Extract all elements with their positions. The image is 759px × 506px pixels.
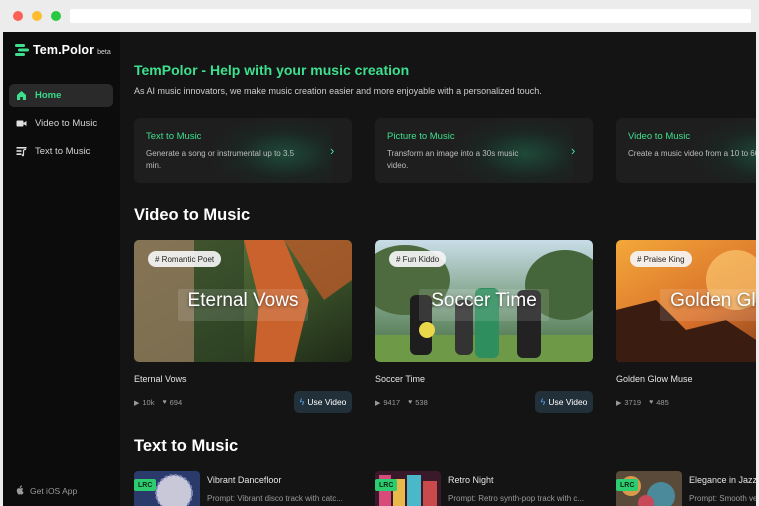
play-count: 10k xyxy=(142,398,155,407)
wand-icon: ϟ xyxy=(540,397,546,407)
chevron-right-icon: › xyxy=(330,143,335,158)
sidebar: Tem.Polor beta Home Video to Music Text … xyxy=(3,32,120,506)
thumbnail-title: Soccer Time xyxy=(431,290,537,311)
beta-badge: beta xyxy=(97,49,111,56)
style-tag: # Fun Kiddo xyxy=(389,251,447,267)
text-card[interactable]: LRC Vibrant Dancefloor Prompt: Vibrant d… xyxy=(134,471,374,506)
video-camera-icon xyxy=(16,118,27,129)
feature-title: Picture to Music xyxy=(387,131,455,142)
get-ios-app-label: Get iOS App xyxy=(30,486,78,496)
video-name: Soccer Time xyxy=(375,374,426,384)
sidebar-item-label: Home xyxy=(35,90,62,101)
track-cover: LRC xyxy=(375,471,441,506)
play-icon: ▶ xyxy=(134,399,140,407)
feature-card-picture-to-music[interactable]: Picture to Music Transform an image into… xyxy=(375,118,593,183)
section-title-text-to-music: Text to Music xyxy=(134,437,239,455)
chevron-right-icon: › xyxy=(571,143,576,158)
page-title: TemPolor - Help with your music creation xyxy=(134,62,410,78)
app-window: Tem.Polor beta Home Video to Music Text … xyxy=(3,32,756,506)
play-icon: ▶ xyxy=(375,399,381,407)
brand-logo[interactable]: Tem.Polor beta xyxy=(15,43,111,57)
sidebar-item-label: Text to Music xyxy=(35,146,91,157)
text-card[interactable]: LRC Retro Night Prompt: Retro synth-pop … xyxy=(375,471,615,506)
like-count: 694 xyxy=(169,398,183,407)
feature-card-text-to-music[interactable]: Text to Music Generate a song or instrum… xyxy=(134,118,352,183)
track-cover: LRC xyxy=(134,471,200,506)
sidebar-item-label: Video to Music xyxy=(35,118,98,129)
sidebar-item-video-to-music[interactable]: Video to Music xyxy=(9,112,113,135)
play-count: 3719 xyxy=(624,398,642,407)
thumbnail-title: Eternal Vows xyxy=(187,290,299,311)
feature-description: Transform an image into a 30s music vide… xyxy=(387,149,519,170)
text-lines-icon xyxy=(16,146,27,157)
like-count: 538 xyxy=(415,398,428,407)
use-video-label: Use Video xyxy=(307,397,347,407)
get-ios-app-link[interactable]: Get iOS App xyxy=(15,482,77,500)
style-tag: # Praise King xyxy=(630,251,692,267)
use-video-button[interactable]: ϟ Use Video xyxy=(294,391,352,413)
maximize-window-button[interactable] xyxy=(51,11,61,21)
text-card[interactable]: LRC Elegance in Jazz Prompt: Smooth ve xyxy=(616,471,756,506)
sidebar-item-home[interactable]: Home xyxy=(9,84,113,107)
section-title-video-to-music: Video to Music xyxy=(134,206,251,224)
track-prompt: Prompt: Retro synth-pop track with c... xyxy=(448,494,585,503)
minimize-window-button[interactable] xyxy=(32,11,42,21)
browser-chrome xyxy=(0,0,759,32)
track-title: Retro Night xyxy=(448,475,494,485)
lrc-badge: LRC xyxy=(375,479,398,491)
video-stats: ▶ 3719 ♥ 485 xyxy=(616,398,669,407)
sidebar-item-text-to-music[interactable]: Text to Music xyxy=(9,140,113,163)
home-icon xyxy=(16,90,27,101)
logo-mark-icon xyxy=(15,44,29,56)
track-title: Vibrant Dancefloor xyxy=(207,475,282,485)
page-subtitle: As AI music innovators, we make music cr… xyxy=(134,86,542,96)
video-name: Eternal Vows xyxy=(134,374,187,384)
track-title: Elegance in Jazz xyxy=(689,475,756,485)
lrc-badge: LRC xyxy=(134,479,157,491)
feature-description: Generate a song or instrumental up to 3.… xyxy=(146,149,295,170)
feature-title: Video to Music xyxy=(628,131,691,142)
heart-icon: ♥ xyxy=(162,399,167,406)
feature-description: Create a music video from a 10 to 60s cl… xyxy=(628,149,756,158)
use-video-button[interactable]: ϟ Use Video xyxy=(535,391,593,413)
track-prompt: Prompt: Vibrant disco track with catc... xyxy=(207,494,343,503)
track-cover: LRC xyxy=(616,471,682,506)
brand-name: Tem.Polor xyxy=(33,43,95,57)
apple-icon xyxy=(15,482,24,500)
video-thumbnail[interactable]: # Romantic Poet Eternal Vows xyxy=(134,240,352,362)
video-stats: ▶ 10k ♥ 694 xyxy=(134,398,182,407)
video-stats: ▶ 9417 ♥ 538 xyxy=(375,398,428,407)
heart-icon: ♥ xyxy=(649,399,654,406)
thumbnail-title: Golden Glow xyxy=(670,290,756,311)
style-tag: # Romantic Poet xyxy=(148,251,222,267)
like-count: 485 xyxy=(656,398,669,407)
heart-icon: ♥ xyxy=(408,399,413,406)
lrc-badge: LRC xyxy=(616,479,639,491)
track-prompt: Prompt: Smooth ve xyxy=(689,494,756,503)
wand-icon: ϟ xyxy=(299,397,305,407)
video-thumbnail[interactable]: # Praise King Golden Glow xyxy=(616,240,756,362)
use-video-label: Use Video xyxy=(548,397,588,407)
video-thumbnail[interactable]: # Fun Kiddo Soccer Time xyxy=(375,240,593,362)
close-window-button[interactable] xyxy=(13,11,23,21)
address-bar[interactable] xyxy=(70,9,751,23)
main-content: TemPolor - Help with your music creation… xyxy=(120,32,756,506)
play-icon: ▶ xyxy=(616,399,622,407)
play-count: 9417 xyxy=(383,398,401,407)
video-name: Golden Glow Muse xyxy=(616,374,693,384)
feature-card-video-to-music[interactable]: Video to Music Create a music video from… xyxy=(616,118,756,183)
feature-title: Text to Music xyxy=(146,131,202,142)
